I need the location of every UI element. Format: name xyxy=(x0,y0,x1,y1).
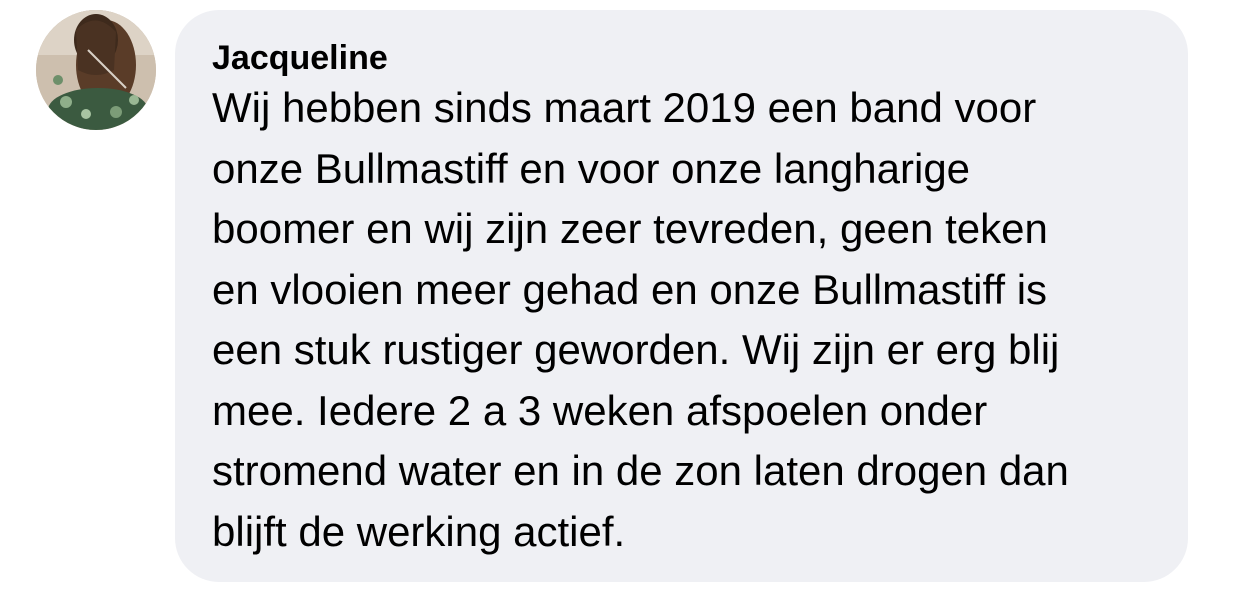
comment: Jacqueline Wij hebben sinds maart 2019 e… xyxy=(0,0,1242,592)
comment-bubble[interactable]: Jacqueline Wij hebben sinds maart 2019 e… xyxy=(175,10,1188,582)
comment-text: Wij hebben sinds maart 2019 een band voo… xyxy=(212,78,1162,562)
comment-line: boomer en wij zijn zeer tevreden, geen t… xyxy=(212,205,1048,252)
comment-line: blijft de werking actief. xyxy=(212,507,626,555)
profile-photo-horse-icon xyxy=(36,10,156,130)
comment-line: een stuk rustiger geworden. Wij zijn er … xyxy=(212,326,1060,373)
comment-line: mee. Iedere 2 a 3 weken afspoelen onder xyxy=(212,386,988,434)
comment-line: en vlooien meer gehad en onze Bullmastif… xyxy=(212,265,1048,313)
avatar[interactable] xyxy=(36,10,156,130)
comment-line: onze Bullmastiff en voor onze langharige xyxy=(212,144,971,192)
comment-line: stromend water en in de zon laten drogen… xyxy=(212,447,1069,494)
comment-author[interactable]: Jacqueline xyxy=(212,38,1158,78)
comment-line: Wij hebben sinds maart 2019 een band voo… xyxy=(212,84,1037,131)
